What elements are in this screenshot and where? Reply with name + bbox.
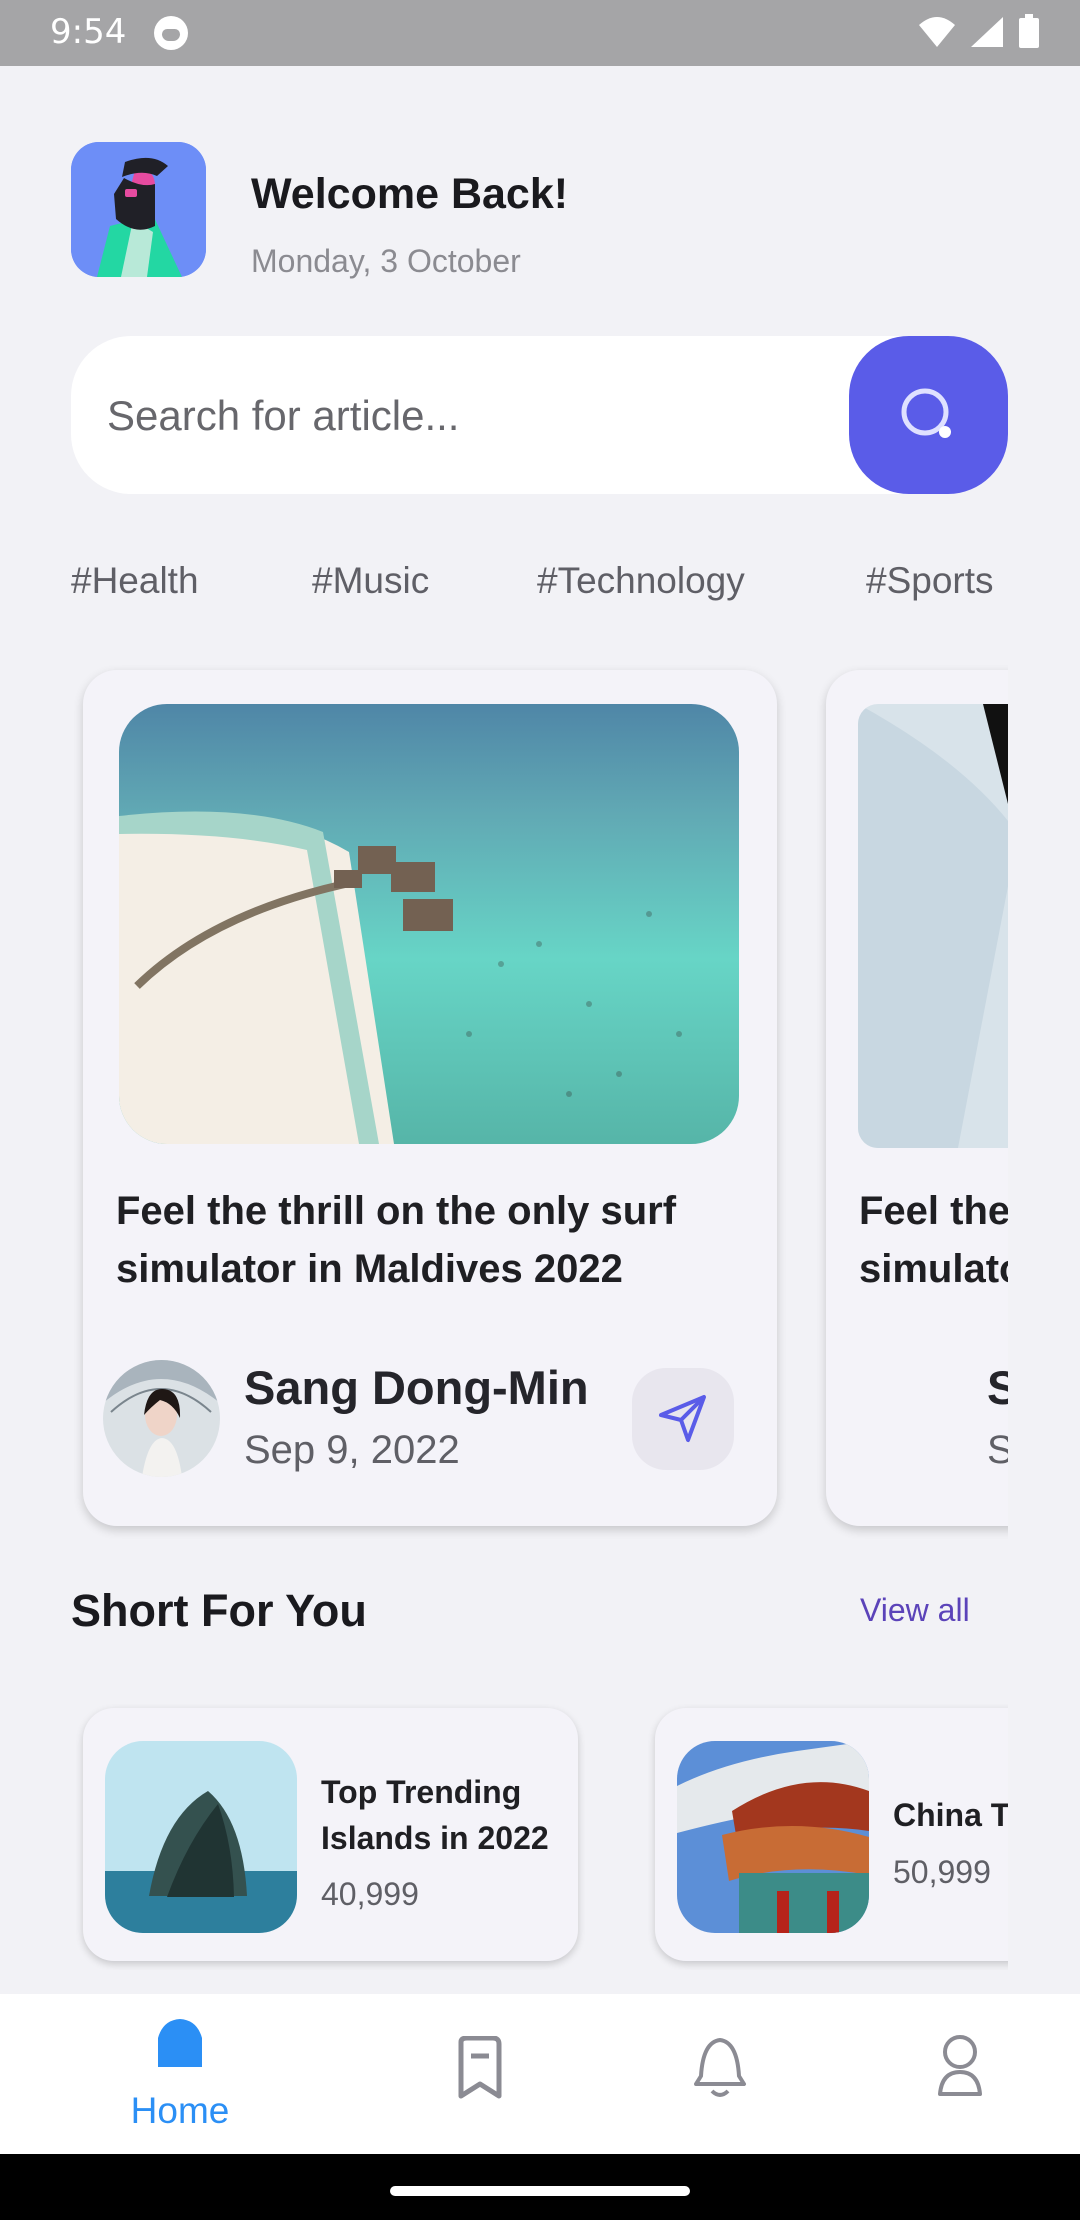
topic-tags: #Health #Music #Technology #Sports [71,560,1008,610]
status-time: 9:54 [50,12,127,52]
view-all-link[interactable]: View all [860,1592,970,1629]
bottom-navigation: Home [0,1994,1080,2154]
system-navigation-bar [0,2154,1080,2220]
article-title: Feel the simulato [859,1189,1008,1291]
chinese-temple-photo [677,1741,869,1933]
share-button[interactable] [632,1368,734,1470]
home-gesture-handle[interactable] [390,2186,690,2196]
short-article-title: China T [893,1797,1008,1833]
welcome-title: Welcome Back! [251,170,569,218]
short-article-card[interactable]: China T 50,999 [655,1708,1008,1961]
author-name: S [987,1361,1008,1414]
wifi-icon [919,17,955,47]
search-button[interactable] [849,336,1008,494]
paper-plane-icon [659,1395,706,1442]
bearded-man-avatar-illustration [71,142,206,277]
article-card[interactable]: Feel the simulato S S [826,670,1008,1526]
china-image [677,1741,869,1933]
tag-health[interactable]: #Health [71,560,199,602]
status-icons [918,14,1040,48]
rock-island-photo [105,1741,297,1933]
bookmark-icon [458,2036,502,2099]
nav-profile[interactable] [840,1994,1080,2154]
home-icon [158,2019,202,2067]
user-icon [938,2035,982,2096]
sky-photo [858,704,1008,1148]
short-articles-carousel[interactable]: Top Trending Islands in 2022 40,999 Chin… [71,1700,1008,1970]
user-avatar[interactable] [71,142,206,277]
nav-bookmarks[interactable] [360,1994,600,2154]
tag-technology[interactable]: #Technology [537,560,745,602]
short-article-count: 50,999 [893,1854,991,1890]
search-icon [901,388,951,438]
face-status-icon [154,16,188,50]
maldives-image [119,704,739,1144]
tag-music[interactable]: #Music [312,560,429,602]
publish-date: Sep 9, 2022 [244,1428,460,1472]
sky-image [858,704,1008,1148]
short-article-count: 40,999 [321,1876,419,1912]
search-bar [71,336,1008,494]
featured-articles-carousel[interactable]: Feel the thrill on the only surf simulat… [71,660,1008,1560]
author-avatar [103,1360,220,1477]
current-date: Monday, 3 October [251,243,521,279]
status-bar: 9:54 [0,0,1080,66]
island-image [105,1741,297,1933]
cellular-signal-icon [971,17,1003,47]
publish-date: S [987,1428,1008,1472]
aerial-maldives-photo [119,704,739,1144]
tag-sports[interactable]: #Sports [866,560,994,602]
short-article-card[interactable]: Top Trending Islands in 2022 40,999 [83,1708,578,1961]
short-article-title: Top Trending Islands in 2022 [321,1774,549,1856]
author-name: Sang Dong-Min [244,1361,589,1414]
battery-icon [1019,14,1039,48]
article-title: Feel the thrill on the only surf simulat… [116,1189,677,1291]
nav-notifications[interactable] [600,1994,840,2154]
nav-home[interactable]: Home [60,1994,300,2154]
search-input[interactable] [107,388,807,444]
nav-home-label: Home [130,2090,230,2131]
article-card[interactable]: Feel the thrill on the only surf simulat… [83,670,777,1526]
bell-icon [694,2038,746,2097]
woman-with-umbrella-photo [103,1360,220,1477]
short-for-you-title: Short For You [71,1585,367,1636]
